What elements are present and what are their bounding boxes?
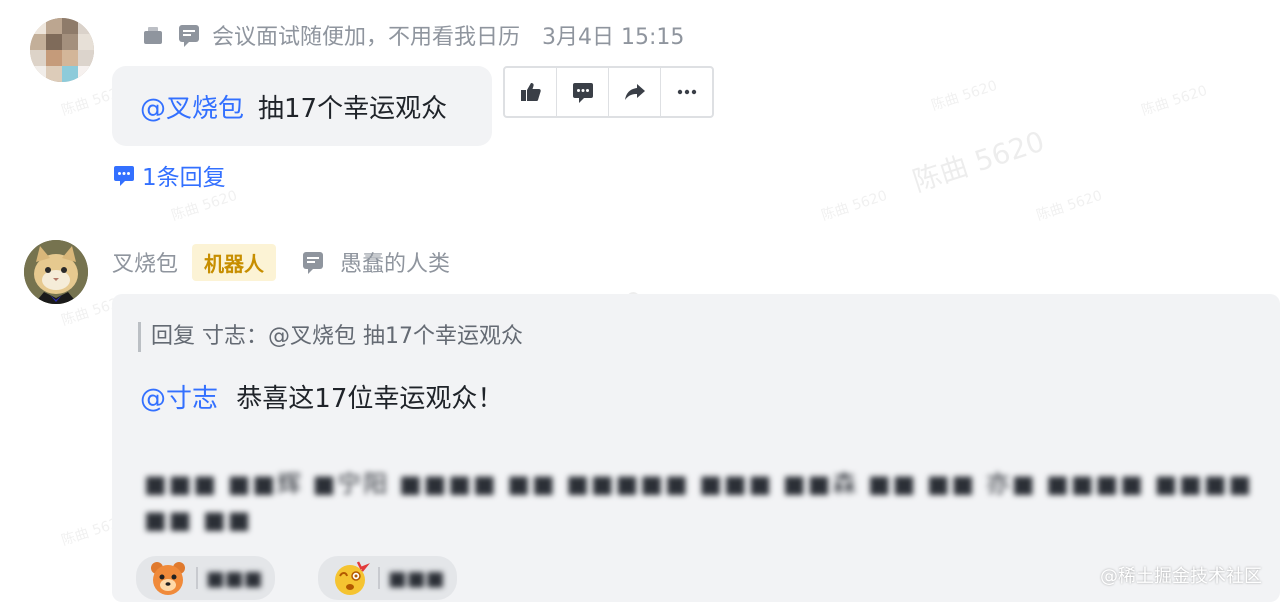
message-meta: 会议面试随便加，不用看我日历 3月4日 15:15 (140, 18, 684, 52)
thumbs-up-icon (520, 83, 541, 101)
timestamp: 3月4日 15:15 (542, 25, 685, 50)
avatar[interactable] (30, 18, 94, 82)
reaction-chip[interactable]: ■■■ (136, 556, 275, 600)
more-icon (677, 89, 696, 95)
message-body: @寸志 恭喜这17位幸运观众！ (140, 378, 503, 415)
reaction-count: ■■■ (388, 566, 445, 590)
watermark: 陈曲 5620 (1139, 82, 1210, 120)
source-watermark: @稀土掘金技术社区 (1100, 566, 1262, 587)
mention-link[interactable]: @叉烧包 (140, 88, 244, 125)
watermark: 陈曲 5620 (929, 77, 1000, 115)
watermark: 陈曲 5620 (819, 187, 890, 225)
divider (378, 567, 380, 589)
divider (196, 567, 198, 589)
more-button[interactable] (661, 68, 712, 116)
status-message-icon (300, 249, 326, 275)
reaction-count: ■■■ (206, 566, 263, 590)
message-action-bar (503, 66, 714, 118)
reply-thread-icon (114, 166, 134, 186)
message-bubble[interactable]: @叉烧包 抽17个幸运观众 (112, 66, 492, 146)
watermark: 陈曲 5620 (1034, 187, 1105, 225)
bot-badge: 机器人 (192, 243, 277, 281)
mention-link[interactable]: @寸志 (140, 384, 218, 414)
reply-button[interactable] (557, 68, 609, 116)
bear-emoji-icon (151, 562, 185, 595)
like-button[interactable] (505, 68, 557, 116)
sender-row: 叉烧包 机器人 愚蠢的人类 (112, 243, 451, 281)
status-text: 会议面试随便加，不用看我日历 (212, 25, 521, 50)
forward-icon (624, 84, 645, 100)
reply-count-link[interactable]: 1条回复 (112, 158, 226, 192)
winner-list: ■■■ ■■辉 ■宁阳 ■■■■ ■■ ■■■■■ ■■■ ■■森 ■■ ■■ … (144, 470, 1254, 498)
bot-avatar[interactable] (24, 240, 88, 304)
reaction-chip[interactable]: ■■■ (318, 556, 457, 600)
comment-icon (572, 83, 593, 103)
status-text: 愚蠢的人类 (340, 252, 451, 277)
reply-card[interactable]: 回复 寸志：@叉烧包 抽17个幸运观众 @寸志 恭喜这17位幸运观众！ ■■■ … (112, 294, 1280, 602)
forward-button[interactable] (609, 68, 661, 116)
device-icon (140, 22, 166, 48)
quoted-reply[interactable]: 回复 寸志：@叉烧包 抽17个幸运观众 (138, 322, 523, 352)
message-text: 恭喜这17位幸运观众！ (236, 384, 504, 414)
reply-count: 1条回复 (142, 165, 226, 191)
message-text: 抽17个幸运观众 (258, 93, 448, 124)
cat-avatar-icon (24, 240, 88, 304)
status-message-icon (176, 22, 202, 48)
sender-name[interactable]: 叉烧包 (112, 246, 178, 278)
dizzy-emoji-icon (335, 561, 370, 595)
winner-list-continued: ■■ ■■ (144, 506, 253, 534)
watermark: 陈曲 5620 (908, 124, 1049, 199)
